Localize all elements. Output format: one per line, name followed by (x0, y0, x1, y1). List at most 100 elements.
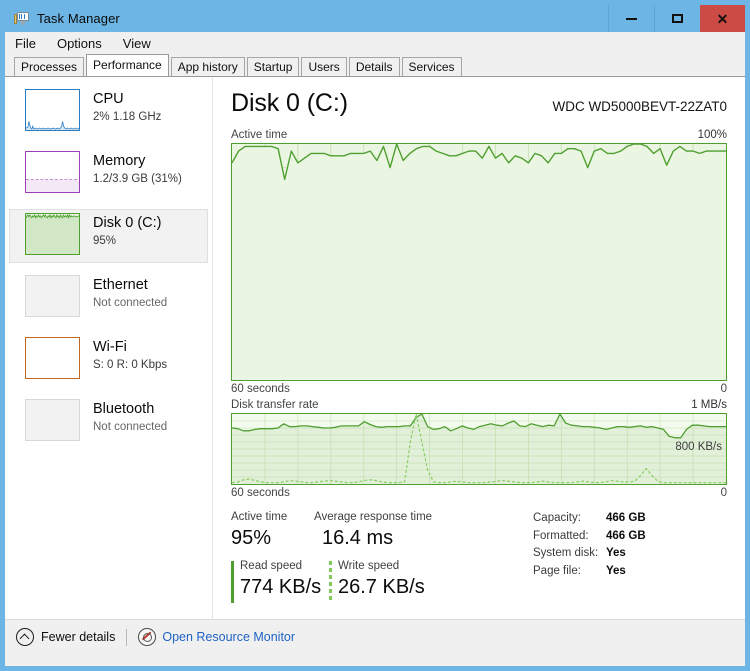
fewer-details-label: Fewer details (41, 630, 116, 644)
active-time-max-label: 100% (697, 129, 727, 141)
rate-caption: Disk transfer rate (231, 399, 319, 411)
stats-area: Active time 95% Average response time 16… (231, 510, 727, 603)
active-time-foot: 60 seconds 0 (231, 383, 727, 395)
active-time-plot (232, 144, 726, 380)
info-key-capacity: Capacity: (533, 512, 581, 524)
table-row: Formatted: 466 GB (533, 528, 646, 546)
sidebar-item-ethernet-label: Ethernet (93, 277, 148, 293)
active-time-min-label: 0 (720, 383, 727, 395)
task-manager-window: Task Manager ✕ File Options View Process… (0, 0, 750, 671)
fewer-details-button[interactable]: Fewer details (16, 628, 115, 646)
sidebar-item-wifi[interactable]: Wi-Fi S: 0 R: 0 Kbps (9, 333, 208, 387)
open-resource-monitor-link[interactable]: Open Resource Monitor (138, 628, 295, 646)
stats-row-speeds: Read speed 774 KB/s Write speed 26.7 KB/… (231, 559, 521, 603)
sidebar-item-memory-info: Memory 1.2/3.9 GB (31%) (93, 151, 182, 187)
sidebar-item-disk-label: Disk 0 (C:) (93, 215, 162, 231)
rate-min-label: 0 (720, 487, 727, 499)
disk-transfer-rate-graph[interactable]: 800 KB/s (231, 413, 727, 485)
sidebar-item-memory[interactable]: Memory 1.2/3.9 GB (31%) (9, 147, 208, 201)
tab-processes[interactable]: Processes (14, 57, 85, 76)
content-area: CPU 2% 1.18 GHz Memory 1.2/3.9 GB (31%) (5, 76, 745, 619)
active-time-area (232, 144, 726, 380)
task-manager-icon (14, 11, 30, 27)
rate-graph-labels: Disk transfer rate 1 MB/s (231, 399, 727, 411)
resource-monitor-icon (138, 628, 157, 646)
tab-app-history[interactable]: App history (170, 57, 245, 76)
tab-startup[interactable]: Startup (246, 57, 300, 76)
minimize-button[interactable] (608, 5, 654, 32)
rate-duration-label: 60 seconds (231, 487, 290, 499)
sidebar-item-memory-sub: 1.2/3.9 GB (31%) (93, 173, 182, 185)
rate-max-label: 1 MB/s (691, 399, 727, 411)
active-time-caption: Active time (231, 129, 288, 141)
info-key-system-disk: System disk: (533, 547, 599, 559)
menu-item-file[interactable]: File (15, 36, 36, 51)
stat-read-speed-label: Read speed (240, 560, 303, 572)
main-header: Disk 0 (C:) WDC WD5000BEVT-22ZAT0 (231, 89, 727, 125)
stat-active-time-value: 95% (231, 527, 272, 549)
sidebar-item-cpu[interactable]: CPU 2% 1.18 GHz (9, 85, 208, 139)
info-value-system-disk: Yes (606, 547, 626, 559)
sidebar-item-bluetooth-label: Bluetooth (93, 401, 155, 417)
read-speed-legend-swatch (231, 561, 234, 603)
maximize-button[interactable] (654, 5, 700, 32)
sidebar-item-memory-label: Memory (93, 153, 146, 169)
status-bar: Fewer details Open Resource Monitor (5, 619, 745, 654)
stat-write-speed-label: Write speed (338, 560, 400, 572)
info-value-formatted: 466 GB (606, 529, 646, 542)
disk-info-table: Capacity: 466 GB Formatted: 466 GB Syste… (533, 510, 646, 601)
bluetooth-thumbnail-graph (25, 399, 80, 441)
menu-item-view[interactable]: View (123, 36, 151, 51)
active-time-graph[interactable] (231, 143, 727, 381)
sidebar-item-cpu-label: CPU (93, 91, 124, 107)
window-title: Task Manager (37, 11, 120, 26)
tab-strip: Processes Performance App history Startu… (5, 54, 745, 76)
window-buttons: ✕ (608, 5, 745, 32)
chevron-up-circle-icon (16, 628, 34, 646)
tab-details[interactable]: Details (348, 57, 400, 76)
rate-foot: 60 seconds 0 (231, 487, 727, 499)
sidebar-item-wifi-label: Wi-Fi (93, 339, 127, 355)
sidebar-item-ethernet[interactable]: Ethernet Not connected (9, 271, 208, 325)
open-resource-monitor-label: Open Resource Monitor (162, 630, 296, 644)
disk-model-label: WDC WD5000BEVT-22ZAT0 (552, 99, 727, 114)
info-value-page-file: Yes (606, 564, 626, 577)
title-bar[interactable]: Task Manager ✕ (5, 5, 745, 32)
menu-bar: File Options View (5, 32, 745, 54)
sidebar-item-disk-info: Disk 0 (C:) 95% (93, 213, 161, 249)
stat-write-speed: Write speed 26.7 KB/s (329, 559, 488, 603)
resource-sidebar: CPU 2% 1.18 GHz Memory 1.2/3.9 GB (31%) (5, 77, 213, 619)
sidebar-item-wifi-info: Wi-Fi S: 0 R: 0 Kbps (93, 337, 167, 373)
sidebar-item-disk-0-c[interactable]: Disk 0 (C:) 95% (9, 209, 208, 263)
active-time-duration-label: 60 seconds (231, 383, 290, 395)
sidebar-item-bluetooth[interactable]: Bluetooth Not connected (9, 395, 208, 449)
status-separator (126, 628, 128, 646)
stats-left: Active time 95% Average response time 16… (231, 510, 521, 603)
close-icon: ✕ (716, 10, 729, 27)
close-button[interactable]: ✕ (700, 5, 745, 32)
memory-thumbnail-graph (25, 151, 80, 193)
tab-services[interactable]: Services (401, 57, 462, 76)
stat-avg-response-value: 16.4 ms (322, 527, 394, 549)
sidebar-item-ethernet-sub: Not connected (93, 297, 168, 309)
stat-active-time: Active time 95% (231, 510, 314, 552)
minimize-icon (626, 17, 637, 20)
tab-performance[interactable]: Performance (86, 54, 169, 76)
sidebar-item-cpu-sub: 2% 1.18 GHz (93, 111, 162, 123)
stat-active-time-label: Active time (231, 511, 288, 523)
ethernet-thumbnail-graph (25, 275, 80, 317)
active-time-graph-labels: Active time 100% (231, 129, 727, 141)
tab-users[interactable]: Users (301, 57, 347, 76)
write-speed-legend-swatch (329, 561, 332, 603)
stat-read-speed: Read speed 774 KB/s (231, 559, 323, 603)
page-title: Disk 0 (C:) (231, 89, 348, 117)
table-row: Page file: Yes (533, 563, 646, 581)
sidebar-item-bluetooth-info: Bluetooth Not connected (93, 399, 167, 435)
stat-write-speed-value: 26.7 KB/s (338, 576, 425, 598)
menu-item-options[interactable]: Options (57, 36, 102, 51)
disk-thumbnail-graph (25, 213, 80, 255)
maximize-icon (672, 14, 683, 23)
stat-avg-response: Average response time 16.4 ms (314, 510, 464, 552)
main-panel: Disk 0 (C:) WDC WD5000BEVT-22ZAT0 Active… (214, 77, 744, 619)
info-key-page-file: Page file: (533, 564, 581, 577)
